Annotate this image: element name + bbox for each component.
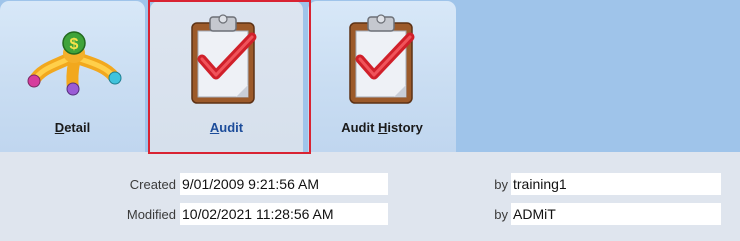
tab-audit-history-label: Audit History — [341, 120, 423, 135]
tab-bar: $ Detail Audit Audit History — [0, 0, 740, 154]
audit-info-panel: Created 9/01/2009 9:21:56 AM by training… — [0, 152, 740, 241]
modified-label: Modified — [126, 207, 176, 222]
tab-detail-label: Detail — [54, 120, 91, 135]
modified-by-label: by — [494, 207, 508, 222]
tab-detail[interactable]: $ Detail — [0, 1, 145, 152]
created-by-label: by — [494, 177, 508, 192]
clipboard-check-icon — [349, 14, 415, 104]
created-by-field[interactable]: training1 — [511, 173, 721, 195]
created-label: Created — [129, 177, 176, 192]
svg-text:$: $ — [70, 36, 79, 53]
money-hand-icon: $ — [27, 31, 122, 96]
modified-by-field[interactable]: ADMiT — [511, 203, 721, 225]
created-date-field[interactable]: 9/01/2009 9:21:56 AM — [180, 173, 388, 195]
tab-audit-history[interactable]: Audit History — [308, 1, 456, 152]
modified-date-field[interactable]: 10/02/2021 11:28:56 AM — [180, 203, 388, 225]
selection-highlight — [148, 0, 311, 154]
